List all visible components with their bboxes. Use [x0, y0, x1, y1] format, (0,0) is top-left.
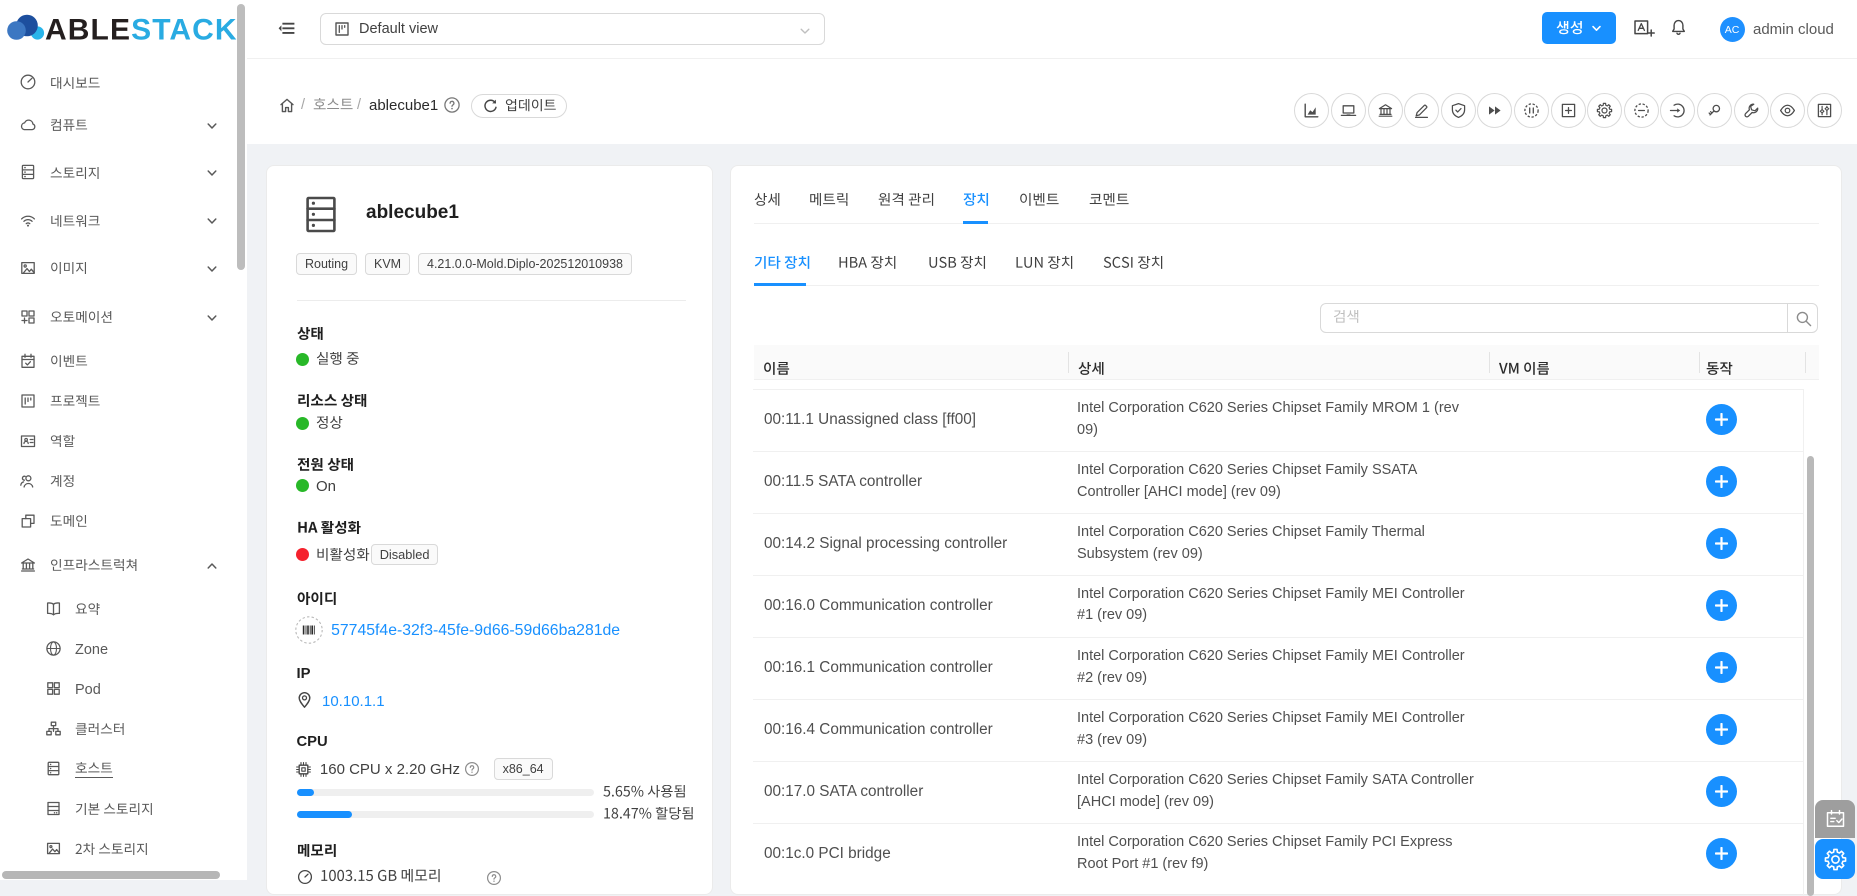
svg-text:ABLESTACK: ABLESTACK: [45, 14, 238, 47]
